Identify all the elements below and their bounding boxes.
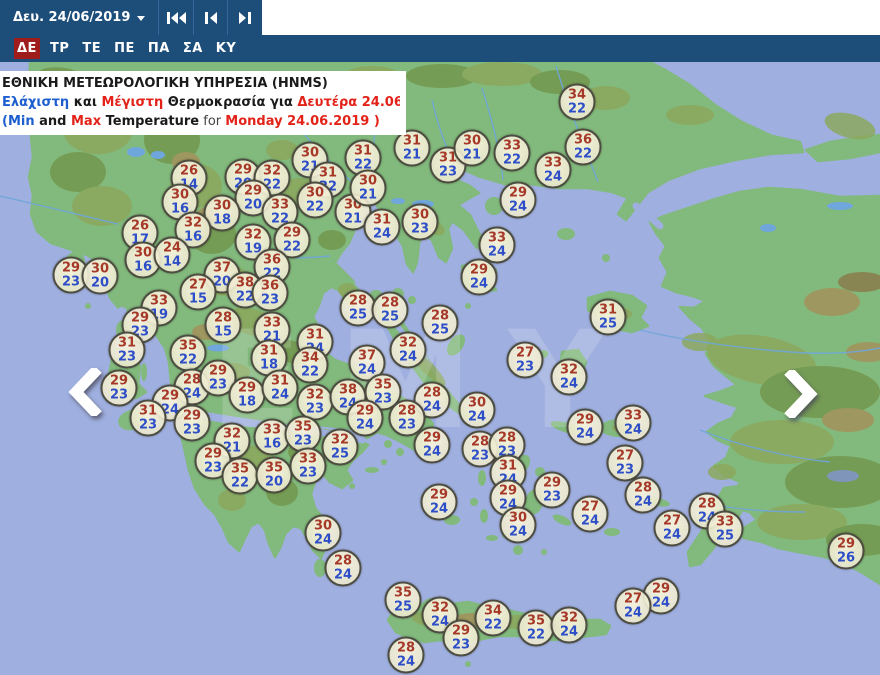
legend-text-segment: Monday 24.06.2019 ): [225, 114, 380, 129]
toolbar: Δευ. 24/06/2019: [0, 0, 262, 35]
legend-text-segment: (Min: [2, 114, 35, 129]
dropdown-caret-icon: [137, 16, 146, 21]
temp-station: 35 25: [384, 581, 422, 619]
weekday-tabs: ΔΕ ΤΡ ΤΕ ΠΕ ΠΑ ΣΑ ΚΥ: [0, 35, 880, 62]
day-tab-ΚΥ[interactable]: ΚΥ: [213, 38, 240, 59]
temp-station: 29 23: [173, 404, 211, 442]
legend-text-segment: και: [69, 95, 102, 110]
temp-station: 30 21: [453, 129, 491, 167]
temp-station: 33 24: [478, 226, 516, 264]
temp-station: 30 23: [401, 203, 439, 241]
temp-station: 30 24: [499, 506, 537, 544]
temp-station: 31 23: [129, 399, 167, 437]
step-back-icon: [204, 11, 217, 24]
temp-station: 33 24: [614, 404, 652, 442]
temp-station: 28 24: [387, 636, 425, 674]
legend-line-3: (Min and Max Temperature for Monday 24.0…: [2, 112, 400, 131]
temp-station: 33 22: [493, 134, 531, 172]
temp-station: 3124: [363, 208, 401, 246]
temp-station: 32 24: [550, 358, 588, 396]
first-day-button[interactable]: [158, 0, 193, 35]
temp-station: 29 24: [420, 483, 458, 521]
temp-station: 3124: [261, 369, 299, 407]
temp-station: 29 24: [346, 399, 384, 437]
temp-station: 27 24: [653, 509, 691, 547]
skip-to-first-icon: [166, 11, 186, 24]
temp-station: 35 20: [255, 456, 293, 494]
next-map-arrow[interactable]: [784, 370, 818, 418]
day-tab-ΠΕ[interactable]: ΠΕ: [111, 38, 138, 59]
day-tab-ΣΑ[interactable]: ΣΑ: [180, 38, 206, 59]
temp-station: 29 26: [827, 532, 865, 570]
temp-station: 32 24: [550, 606, 588, 644]
legend-line-1: ΕΘΝΙΚΗ ΜΕΤΕΩΡΟΛΟΓΙΚΗ ΥΠΗΡΕΣΙΑ (HNMS): [2, 74, 400, 93]
legend-line-2: Ελάχιστη και Μέγιστη Θερμοκρασία για Δευ…: [2, 93, 400, 112]
temp-station: 29 23: [100, 369, 138, 407]
temp-station: 32 25: [321, 428, 359, 466]
temp-station: 28 25: [421, 304, 459, 342]
temp-station: 31 25: [589, 298, 627, 336]
temp-station: 29 23: [442, 619, 480, 657]
temp-station: 30 22: [296, 181, 334, 219]
temp-station: 28 24: [624, 476, 662, 514]
temp-station: 33 23: [289, 447, 327, 485]
temp-station: 33 25: [706, 510, 744, 548]
temp-station: 29 18: [228, 376, 266, 414]
temp-station: 28 25: [371, 291, 409, 329]
temp-station: 35 22: [169, 334, 207, 372]
temp-station: 34 22: [474, 599, 512, 637]
next-day-button[interactable]: [227, 0, 262, 35]
temp-station: 24 14: [153, 236, 191, 274]
temp-station: 30 21: [349, 169, 387, 207]
temp-station: 35 23: [284, 415, 322, 453]
temp-station: 27 23: [506, 341, 544, 379]
temp-station: 36 23: [251, 274, 289, 312]
temp-station: 27 15: [179, 273, 217, 311]
stations-layer: 2614292032223021312229203016301833223022…: [0, 62, 880, 675]
temp-station: 27 24: [614, 587, 652, 625]
temp-station: 29 24: [413, 426, 451, 464]
temp-station: 28 15: [204, 306, 242, 344]
legend-text-segment: ΕΘΝΙΚΗ ΜΕΤΕΩΡΟΛΟΓΙΚΗ ΥΠΗΡΕΣΙΑ (HNMS): [2, 76, 328, 91]
weather-map: EMY ΕΘΝΙΚΗ ΜΕΤΕΩΡΟΛΟΓΙΚΗ ΥΠΗΡΕΣΙΑ (HNMS)…: [0, 62, 880, 675]
temp-station: 30 24: [458, 391, 496, 429]
day-tab-ΤΕ[interactable]: ΤΕ: [79, 38, 104, 59]
legend-text-segment: Μέγιστη: [101, 95, 164, 110]
temp-station: 34 22: [558, 83, 596, 121]
temp-station: 27 24: [571, 495, 609, 533]
previous-map-arrow[interactable]: [68, 368, 102, 416]
legend-text-segment: and: [34, 114, 71, 129]
temp-station: 29 24: [499, 181, 537, 219]
temp-station: 31 21: [393, 129, 431, 167]
date-label: Δευ. 24/06/2019: [13, 10, 131, 25]
day-tab-ΠΑ[interactable]: ΠΑ: [145, 38, 173, 59]
temp-station: 30 20: [81, 257, 119, 295]
temp-station: 35 22: [517, 609, 555, 647]
temp-station: 33 24: [534, 151, 572, 189]
legend-text-segment: for: [199, 114, 226, 129]
temp-station: 32 24: [389, 331, 427, 369]
legend-text-segment: Δευτέρα 24.06.2019: [297, 95, 400, 110]
temp-station: 27 23: [606, 444, 644, 482]
step-forward-icon: [239, 11, 252, 24]
temp-station: 28 24: [324, 549, 362, 587]
legend-text-segment: Ελάχιστη: [2, 95, 70, 110]
temp-station: 35 22: [221, 457, 259, 495]
temp-station: 29 24: [460, 258, 498, 296]
temp-station: 30 24: [304, 514, 342, 552]
legend-text-segment: Temperature: [101, 114, 200, 129]
date-picker-button[interactable]: Δευ. 24/06/2019: [0, 0, 158, 35]
day-tab-ΤΡ[interactable]: ΤΡ: [47, 38, 72, 59]
temp-station: 36 22: [564, 128, 602, 166]
map-legend: ΕΘΝΙΚΗ ΜΕΤΕΩΡΟΛΟΓΙΚΗ ΥΠΗΡΕΣΙΑ (HNMS) Ελά…: [0, 71, 406, 135]
temp-station: 34 22: [291, 346, 329, 384]
legend-text-segment: Max: [70, 114, 102, 129]
legend-text-segment: Θερμοκρασία για: [163, 95, 298, 110]
previous-day-button[interactable]: [192, 0, 228, 35]
temp-station: 31 23: [108, 331, 146, 369]
day-tab-ΔΕ[interactable]: ΔΕ: [14, 38, 40, 59]
temp-station: 29 23: [533, 471, 571, 509]
temp-station: 29 24: [566, 408, 604, 446]
